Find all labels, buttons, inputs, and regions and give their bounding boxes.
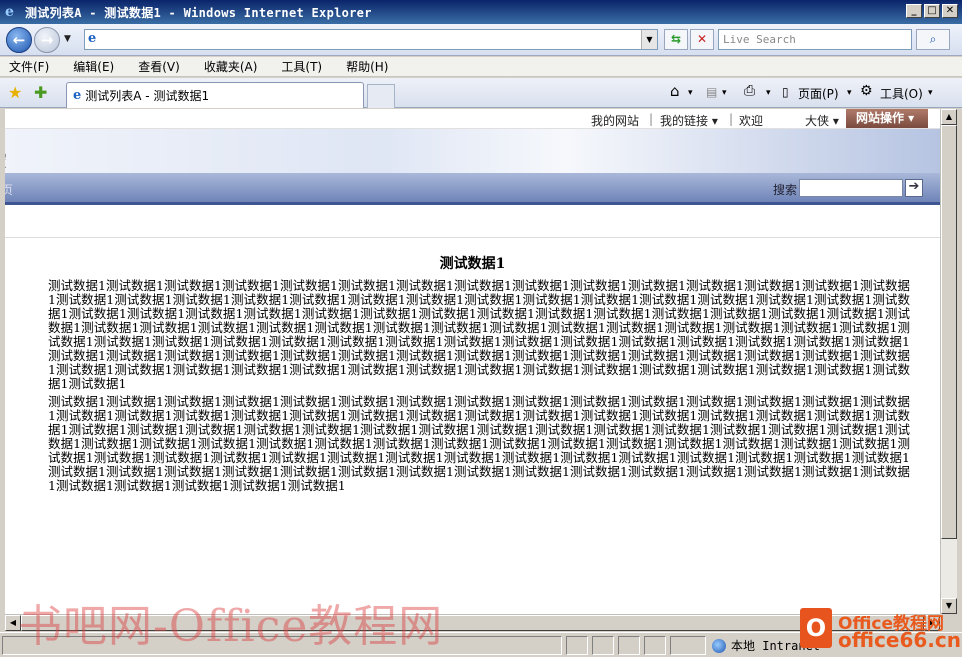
globe-icon — [712, 638, 726, 653]
minimize-button[interactable]: _ — [906, 4, 922, 18]
menu-favorites[interactable]: 收藏夹(A) — [201, 58, 261, 75]
tab-label: 测试列表A - 测试数据1 — [85, 89, 210, 103]
new-tab-button[interactable] — [367, 84, 395, 108]
item-body-paragraph: 测试数据1测试数据1测试数据1测试数据1测试数据1测试数据1测试数据1测试数据1… — [48, 394, 910, 493]
site-banner: 空 — [5, 129, 940, 173]
office-logo-icon: O — [800, 608, 832, 648]
site-search-button[interactable]: ➔ — [905, 179, 923, 197]
home-icon[interactable]: ⌂ — [670, 82, 680, 100]
page-icon: e — [88, 31, 97, 46]
recent-pages-dropdown-icon[interactable]: ▼ — [64, 34, 71, 44]
scroll-up-arrow[interactable]: ▲ — [941, 109, 957, 125]
search-go-button[interactable]: ⌕ — [916, 29, 950, 50]
menu-bar: 文件(F) 编辑(E) 查看(V) 收藏夹(A) 工具(T) 帮助(H) — [0, 57, 962, 77]
tab-bar: ★ ✚ e 测试列表A - 测试数据1 ⌂ ▾ ▤ ▾ ⎙ ▾ ▯ 页面(P) … — [0, 78, 962, 108]
watermark-url: office66.cn — [838, 628, 961, 652]
nav-separator: | — [729, 112, 734, 126]
tools-menu-button[interactable]: 工具(O) — [880, 85, 923, 102]
vertical-scrollbar[interactable]: ▲ ▼ — [940, 109, 957, 614]
refresh-button[interactable]: ⇆ — [664, 29, 688, 50]
address-bar[interactable]: e ▼ — [84, 29, 658, 50]
search-input[interactable]: Live Search — [718, 29, 912, 50]
welcome-link[interactable]: 欢迎 — [739, 112, 763, 129]
gear-icon: ⚙ — [860, 83, 873, 99]
item-title: 测试数据1 — [439, 256, 506, 272]
menu-edit[interactable]: 编辑(E) — [70, 58, 117, 75]
status-cell — [618, 636, 640, 655]
close-button[interactable]: ✕ — [942, 4, 958, 18]
search-label: 搜索 — [773, 183, 798, 197]
watermark-text: 书吧网-Office教程网 — [18, 601, 444, 652]
address-toolbar: ← → ▼ e ▼ ⇆ ✕ Live Search ⌕ — [0, 24, 962, 56]
feeds-dropdown-icon[interactable]: ▾ — [722, 88, 727, 98]
page-menu-dropdown-icon[interactable]: ▾ — [847, 88, 852, 98]
menu-tools[interactable]: 工具(T) — [278, 58, 325, 75]
top-navigation-bar: 页 搜索 ➔ — [5, 173, 940, 205]
right-frame — [957, 109, 962, 631]
ie-logo-icon: e — [5, 4, 14, 20]
status-cell — [644, 636, 666, 655]
menu-view[interactable]: 查看(V) — [135, 58, 183, 75]
menu-file[interactable]: 文件(F) — [6, 58, 52, 75]
feeds-icon[interactable]: ▤ — [706, 85, 717, 99]
item-body-paragraph: 测试数据1测试数据1测试数据1测试数据1测试数据1测试数据1测试数据1测试数据1… — [48, 278, 910, 391]
nav-separator: | — [649, 112, 654, 126]
print-icon[interactable]: ⎙ — [744, 83, 755, 99]
favorites-star-icon[interactable]: ★ — [8, 83, 22, 102]
my-links-menu[interactable]: 我的链接 ▾ — [660, 112, 718, 129]
add-favorite-icon[interactable]: ✚ — [34, 83, 47, 102]
status-cell — [592, 636, 614, 655]
window-title: 测试列表A - 测试数据1 - Windows Internet Explore… — [25, 5, 372, 20]
status-cell — [566, 636, 588, 655]
page-menu-icon: ▯ — [782, 85, 789, 99]
site-title[interactable]: 空 — [5, 147, 7, 173]
title-bar: e 测试列表A - 测试数据1 - Windows Internet Explo… — [0, 0, 962, 24]
back-button[interactable]: ← — [6, 27, 32, 53]
site-search-input[interactable] — [799, 179, 903, 197]
status-cell — [670, 636, 706, 655]
stop-button[interactable]: ✕ — [690, 29, 714, 50]
home-dropdown-icon[interactable]: ▾ — [688, 88, 693, 98]
nav-tab-home[interactable]: 页 — [5, 181, 13, 198]
print-dropdown-icon[interactable]: ▾ — [766, 88, 771, 98]
tools-menu-dropdown-icon[interactable]: ▾ — [928, 88, 933, 98]
tab-ie-icon: e — [73, 88, 82, 103]
my-site-link[interactable]: 我的网站 — [591, 112, 639, 129]
forward-button[interactable]: → — [34, 27, 60, 53]
breadcrumb-area — [5, 208, 940, 238]
maximize-button[interactable]: □ — [924, 4, 940, 18]
tab-active[interactable]: e 测试列表A - 测试数据1 — [66, 82, 364, 108]
page-menu-button[interactable]: 页面(P) — [798, 85, 839, 102]
site-actions-menu[interactable]: 网站操作 ▾ — [846, 109, 928, 128]
menu-help[interactable]: 帮助(H) — [343, 58, 391, 75]
global-navigation: 我的网站 | 我的链接 ▾ | 欢迎 大侠 ▾ 网站操作 ▾ — [5, 109, 940, 129]
user-menu[interactable]: 大侠 ▾ — [805, 112, 839, 129]
page-viewport: 我的网站 | 我的链接 ▾ | 欢迎 大侠 ▾ 网站操作 ▾ 空 页 搜索 ➔ … — [5, 109, 940, 614]
address-dropdown-icon[interactable]: ▼ — [641, 30, 657, 49]
vertical-scroll-thumb[interactable] — [941, 125, 957, 539]
